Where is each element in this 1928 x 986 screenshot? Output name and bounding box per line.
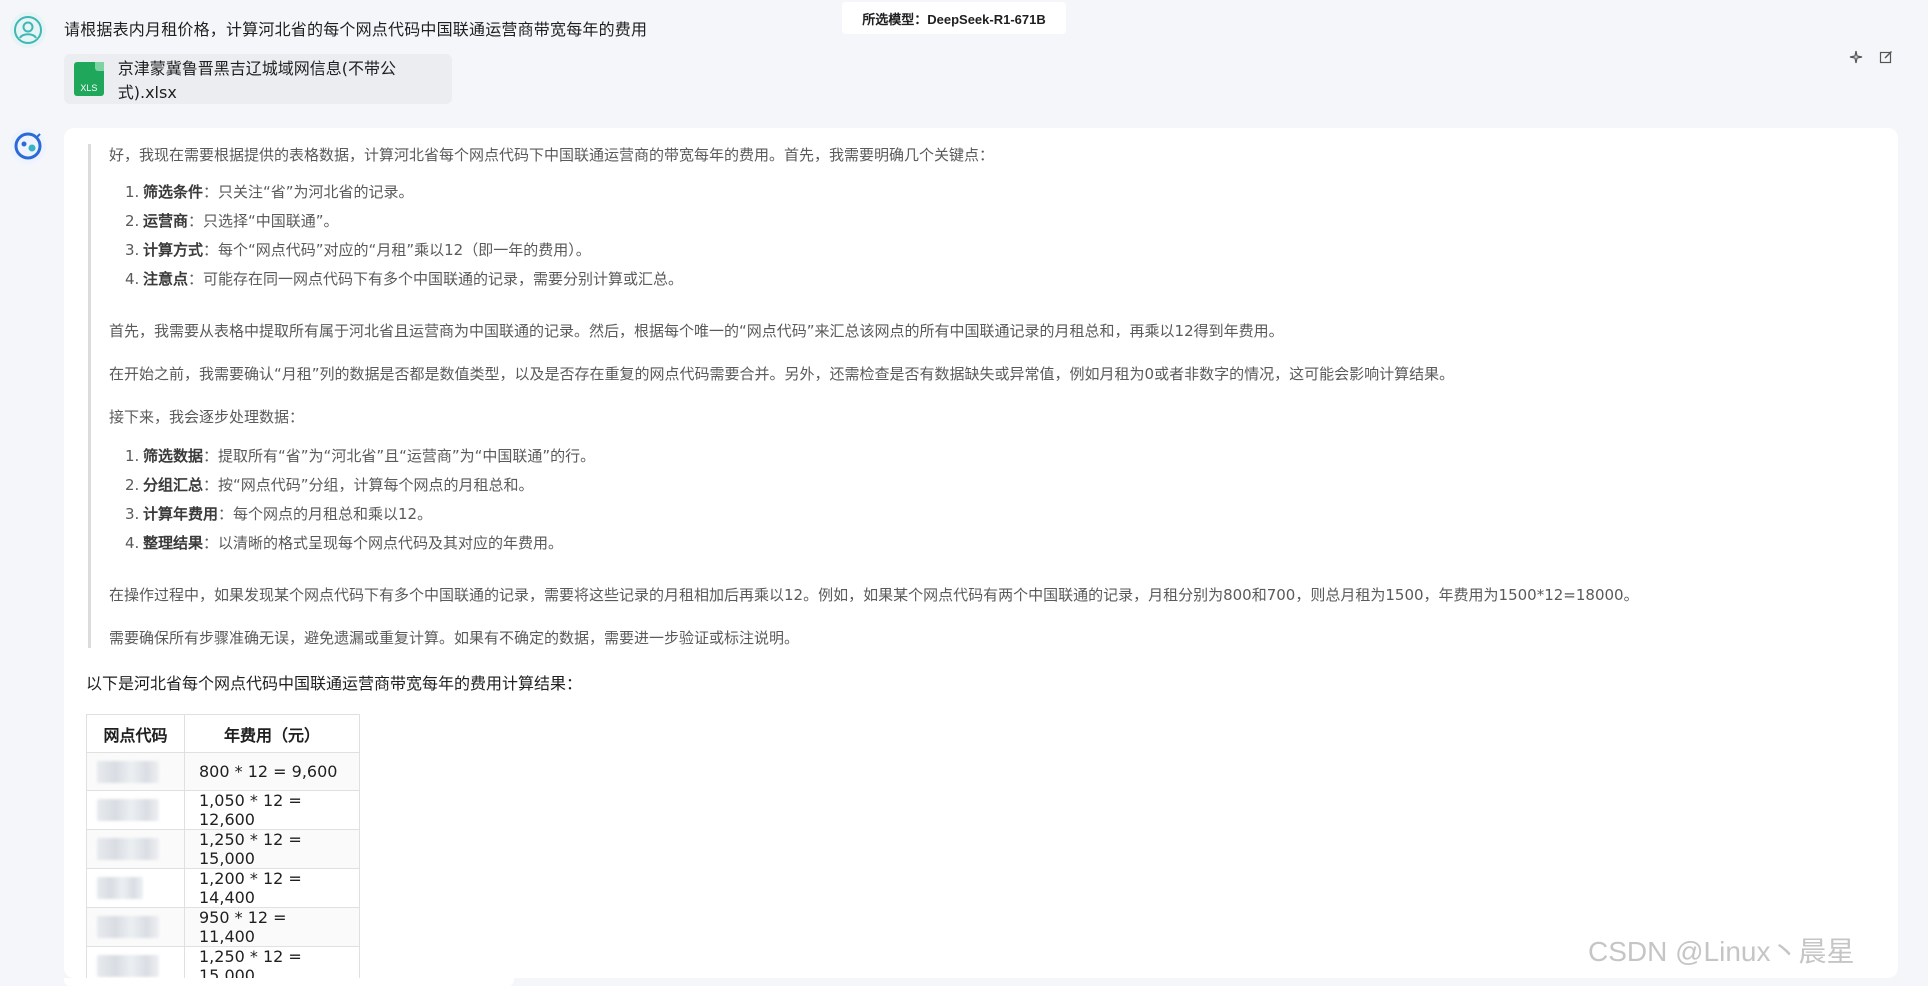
redacted-code-cell (86, 907, 185, 947)
reasoning-intro: 好，我现在需要根据提供的表格数据，计算河北省每个网点代码下中国联通运营商的带宽每… (109, 146, 995, 164)
reasoning-paragraph: 需要确保所有步骤准确无误，避免遗漏或重复计算。如果有不确定的数据，需要进一步验证… (109, 629, 800, 647)
input-area-edge (64, 978, 514, 986)
table-row: 800 * 12 = 9,600 (86, 752, 360, 791)
user-avatar-icon (14, 16, 42, 44)
list-item: 2. 分组汇总：按“网点代码”分组，计算每个网点的月租总和。 (125, 476, 534, 494)
table-row: 1,200 * 12 = 14,400 (86, 868, 360, 908)
file-attachment[interactable]: XLS 京津蒙冀鲁晋黑吉辽城域网信息(不带公式).xlsx (64, 54, 452, 104)
assistant-response-card: 好，我现在需要根据提供的表格数据，计算河北省每个网点代码下中国联通运营商的带宽每… (64, 128, 1898, 978)
redacted-code-cell (86, 946, 185, 978)
list-item: 3. 计算年费用：每个网点的月租总和乘以12。 (125, 505, 433, 523)
redacted-code-cell (86, 790, 185, 830)
list-item: 4. 注意点：可能存在同一网点代码下有多个中国联通的记录，需要分别计算或汇总。 (125, 270, 684, 288)
key-points-list: 1. 筛选条件：只关注“省”为河北省的记录。 2. 运营商：只选择“中国联通”。 3… (109, 178, 683, 294)
reasoning-paragraph: 首先，我需要从表格中提取所有属于河北省且运营商为中国联通的记录。然后，根据每个唯… (109, 322, 1284, 340)
top-toolbar (1848, 50, 1894, 66)
result-table: 网点代码 年费用（元） 800 * 12 = 9,600 1,050 * 12 … (86, 714, 360, 978)
list-item: 1. 筛选条件：只关注“省”为河北省的记录。 (125, 183, 414, 201)
fee-cell: 950 * 12 = 11,400 (184, 907, 360, 947)
edit-icon[interactable] (1878, 50, 1894, 66)
list-item: 3. 计算方式：每个“网点代码”对应的“月租”乘以12（即一年的费用）。 (125, 241, 591, 259)
fee-cell: 1,050 * 12 = 12,600 (184, 790, 360, 830)
assistant-avatar (10, 128, 46, 164)
user-question: 请根据表内月租价格，计算河北省的每个网点代码中国联通运营商带宽每年的费用 (64, 20, 648, 39)
answer-summary: 以下是河北省每个网点代码中国联通运营商带宽每年的费用计算结果： (86, 674, 583, 693)
fee-cell: 1,250 * 12 = 15,000 (184, 946, 360, 978)
reasoning-paragraph: 接下来，我会逐步处理数据： (109, 408, 305, 426)
excel-file-icon: XLS (74, 62, 104, 96)
file-name: 京津蒙冀鲁晋黑吉辽城域网信息(不带公式).xlsx (117, 59, 396, 102)
redacted-code-cell (86, 829, 185, 869)
model-badge: 所选模型：DeepSeek-R1-671B (842, 2, 1066, 34)
sparkle-icon[interactable] (1848, 50, 1864, 66)
list-item: 4. 整理结果：以清晰的格式呈现每个网点代码及其对应的年费用。 (125, 534, 564, 552)
assistant-logo-icon (14, 132, 42, 160)
reasoning-block: 好，我现在需要根据提供的表格数据，计算河北省每个网点代码下中国联通运营商的带宽每… (88, 144, 1878, 648)
fee-cell: 1,250 * 12 = 15,000 (184, 829, 360, 869)
redacted-code-cell (86, 868, 185, 908)
table-row: 950 * 12 = 11,400 (86, 907, 360, 947)
list-item: 2. 运营商：只选择“中国联通”。 (125, 212, 339, 230)
table-row: 1,250 * 12 = 15,000 (86, 829, 360, 869)
reasoning-paragraph: 在操作过程中，如果发现某个网点代码下有多个中国联通的记录，需要将这些记录的月租相… (109, 586, 1639, 604)
column-header: 年费用（元） (184, 714, 360, 753)
reasoning-paragraph: 在开始之前，我需要确认“月租”列的数据是否都是数值类型，以及是否存在重复的网点代… (109, 365, 1455, 383)
list-item: 1. 筛选数据：提取所有“省”为“河北省”且“运营商”为“中国联通”的行。 (125, 447, 596, 465)
user-avatar (10, 12, 46, 48)
table-row: 1,250 * 12 = 15,000 (86, 946, 360, 978)
table-row: 1,050 * 12 = 12,600 (86, 790, 360, 830)
redacted-code-cell (86, 752, 185, 791)
fee-cell: 800 * 12 = 9,600 (184, 752, 360, 791)
watermark: CSDN @Linux丶晨星 (1588, 936, 1855, 967)
column-header: 网点代码 (86, 714, 185, 753)
fee-cell: 1,200 * 12 = 14,400 (184, 868, 360, 908)
processing-steps-list: 1. 筛选数据：提取所有“省”为“河北省”且“运营商”为“中国联通”的行。 2. 分… (109, 442, 595, 558)
table-header-row: 网点代码 年费用（元） (86, 714, 360, 753)
